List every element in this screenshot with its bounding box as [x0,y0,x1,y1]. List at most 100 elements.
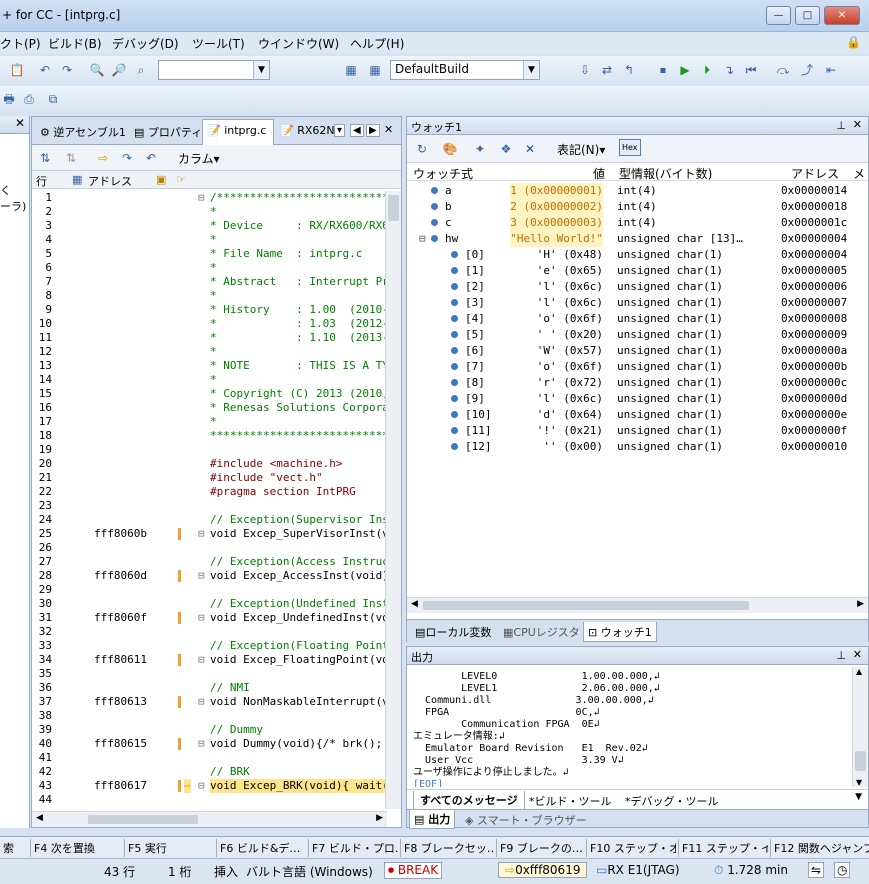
delete-icon[interactable]: ✕ [521,140,539,158]
event-marker[interactable] [178,570,181,582]
scroll-thumb[interactable] [388,195,399,221]
code-line[interactable]: 16 * Renesas Solutions Corpora [32,401,387,415]
code-line[interactable]: 30 // Exception(Undefined Inst [32,597,387,611]
code-line[interactable]: 34 fff80611 ⊟ void Excep_FloatingPoint(vo [32,653,387,667]
close-icon[interactable]: ✕ [853,118,862,131]
code-area[interactable]: 1⊟/***********************************2*… [32,191,387,809]
watch-row[interactable]: [9] 'l' (0x6c) unsigned char(1) 0x0000000d [407,391,857,407]
watch-row[interactable]: [1] 'e' (0x65) unsigned char(1) 0x00000005 [407,263,857,279]
palette-icon[interactable]: 🎨 [441,140,459,158]
download-icon[interactable]: ⇩ [576,61,594,79]
menu-build[interactable]: ビルド(B) [48,35,102,52]
chevron-down-icon[interactable]: ▼ [253,61,269,79]
menu-window[interactable]: ウインドウ(W) [258,35,339,52]
code-line[interactable]: 38 [32,709,387,723]
tree-item[interactable]: ーラ) [0,198,29,214]
scroll-thumb[interactable] [88,815,198,824]
pin-icon[interactable]: ⊥ [836,119,846,132]
code-line[interactable]: 21 #include "vect.h" [32,471,387,485]
code-line[interactable]: 33 // Exception(Floating Point [32,639,387,653]
scroll-left-icon[interactable]: ◀ [350,124,364,137]
event-marker[interactable] [178,528,181,540]
tab-properties[interactable]: ▤ プロパティ [130,120,200,144]
code-line[interactable]: 3 * Device : RX/RX600/RX62N [32,219,387,233]
collapse-icon[interactable]: ⊟ [419,231,426,247]
code-line[interactable]: 1 ⊟ /*********************************** [32,191,387,205]
scroll-thumb[interactable] [855,751,866,771]
tab-build-tool[interactable]: *ビルド・ツール [525,792,616,810]
find-next-icon[interactable]: 🔎 [110,61,128,79]
watch-row[interactable]: [5] ' ' (0x20) unsigned char(1) 0x00000009 [407,327,857,343]
fkey-search[interactable]: 索 [0,839,28,857]
code-line[interactable]: 14 * [32,373,387,387]
watch-row[interactable]: ⊟ hw "Hello World!" unsigned char [13]… 0x00… [407,231,857,247]
step-in-icon[interactable]: ↴ [720,61,738,79]
fkey-f8[interactable]: F8 ブレークセッ… [400,839,494,857]
code-line[interactable]: 44 [32,793,387,807]
window-icon[interactable]: ⧉ [44,90,62,108]
code-line[interactable]: 26 [32,541,387,555]
fkey-f4[interactable]: F4 次を置換 [30,839,120,857]
code-line[interactable]: 19 [32,443,387,457]
code-line[interactable]: 39 // Dummy [32,723,387,737]
step-over-icon[interactable]: ⤼ [774,61,792,79]
watch-row[interactable]: [4] 'o' (0x6f) unsigned char(1) 0x00000008 [407,311,857,327]
code-line[interactable]: 12 * [32,345,387,359]
fkey-f7[interactable]: F7 ビルド・プロ… [308,839,398,857]
add-watch-icon[interactable]: ✦ [471,140,489,158]
redo-icon[interactable]: ↷ [58,61,76,79]
hex-icon[interactable]: Hex [619,139,641,156]
toggle2-icon[interactable]: ⇅ [62,149,80,167]
fold-icon[interactable]: ⊟ [198,527,205,541]
build-config-select[interactable]: DefaultBuild ▼ [390,60,540,80]
code-line[interactable]: 28 fff8060d ⊟ void Excep_AccessInst(void) [32,569,387,583]
fold-icon[interactable]: ⊟ [198,653,205,667]
preview-icon[interactable]: ⎙ [20,90,38,108]
event-marker[interactable] [178,780,181,792]
code-line[interactable]: 23 [32,499,387,513]
code-line[interactable]: 25 fff8060b ⊟ void Excep_SuperVisorInst(vo [32,527,387,541]
scroll-thumb[interactable] [423,601,749,610]
code-line[interactable]: 42 // BRK [32,765,387,779]
output-vscroll[interactable]: ▲ ▼ [852,667,868,787]
chevron-down-icon[interactable]: ▼ [523,61,539,79]
close-icon[interactable]: ✕ [853,648,862,661]
code-line[interactable]: 4 * [32,233,387,247]
back-icon[interactable]: ↶ [142,149,160,167]
minimize-button[interactable]: — [766,6,791,25]
watch-row[interactable]: [6] 'W' (0x57) unsigned char(1) 0x0000000a [407,343,857,359]
code-line[interactable]: 35 [32,667,387,681]
fold-icon[interactable]: ⊟ [198,611,205,625]
code-line[interactable]: 9 * History : 1.00 (2010- [32,303,387,317]
status-timer-icon[interactable]: ◷ [834,862,851,878]
toggle-icon[interactable]: ⇅ [36,149,54,167]
watch-row[interactable]: [11] '!' (0x21) unsigned char(1) 0x0000000f [407,423,857,439]
tree-item[interactable]: く [0,182,29,198]
code-line[interactable]: 32 [32,625,387,639]
watch-row[interactable]: [8] 'r' (0x72) unsigned char(1) 0x0000000c [407,375,857,391]
tab-debug-tool[interactable]: *デバッグ・ツール [621,792,723,810]
menu-debug[interactable]: デバッグ(D) [112,35,179,52]
watch-list[interactable]: a 1 (0x00000001) int(4) 0x00000014 b 2 (0x000… [407,183,868,593]
code-line[interactable]: 45 // RSC RUSEDD [32,807,387,809]
event-marker[interactable] [178,696,181,708]
status-connect-icon[interactable]: ⇋ [808,862,825,878]
code-line[interactable]: 31 fff8060f ⊟ void Excep_UndefinedInst(vo [32,611,387,625]
watch-row[interactable]: [3] 'l' (0x6c) unsigned char(1) 0x00000007 [407,295,857,311]
code-line[interactable]: 13 * NOTE : THIS IS A TY [32,359,387,373]
fkey-f11[interactable]: F11 ステップ・イン [678,839,768,857]
code-line[interactable]: 43 fff80617 ⇨ ⊟ void Excep_BRK(void){ wait( [32,779,387,793]
scroll-right-icon[interactable]: ▶ [376,813,383,823]
code-line[interactable]: 22 #pragma section IntPRG [32,485,387,499]
output-text[interactable]: LEVEL0 1.00.00.000,↲ LEVEL1 2.06.00.000,… [407,667,847,787]
close-window-button[interactable]: ✕ [824,6,860,25]
code-line[interactable]: 2 * [32,205,387,219]
fold-icon[interactable]: ⊟ [198,191,205,205]
build-icon[interactable]: ▦ [342,61,360,79]
code-line[interactable]: 18 *********************************** [32,429,387,443]
watch-row[interactable]: a 1 (0x00000001) int(4) 0x00000014 [407,183,857,199]
add-group-icon[interactable]: ❖ [497,140,515,158]
menu-help[interactable]: ヘルプ(H) [350,35,404,52]
event-marker[interactable] [178,612,181,624]
code-line[interactable]: 7 * Abstract : Interrupt Pr [32,275,387,289]
